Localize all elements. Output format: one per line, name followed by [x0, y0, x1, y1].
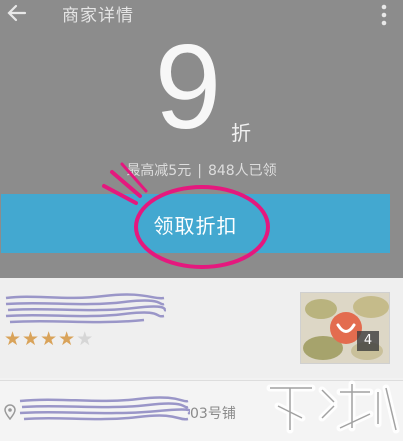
claim-discount-label: 领取折扣: [153, 214, 238, 238]
info-separator: |: [197, 163, 202, 179]
star-icon: ★: [58, 328, 77, 350]
discount-value: 9: [154, 20, 222, 154]
discount-header: 商家详情 9 折 最高减5元 | 848人已领 领取折扣: [0, 0, 403, 278]
star-icon: ★: [22, 328, 41, 350]
store-photo[interactable]: 4: [300, 292, 390, 364]
merchant-detail-screen: 商家详情 9 折 最高减5元 | 848人已领 领取折扣 ★★★★★ 4 03号…: [0, 0, 403, 441]
discount-unit: 折: [231, 121, 251, 145]
store-name-redacted: [5, 293, 166, 324]
photo-count-badge: 4: [357, 331, 379, 351]
discount-info: 最高减5元 | 848人已领: [0, 160, 403, 180]
star-empty-icon: ★: [76, 328, 95, 350]
star-icon: ★: [40, 328, 59, 350]
store-card[interactable]: ★★★★★ 4: [0, 278, 403, 378]
max-saving-text: 最高减5元: [126, 163, 192, 179]
star-icon: ★: [4, 328, 23, 350]
store-rating: ★★★★★: [4, 328, 94, 350]
address-text: 03号铺: [190, 406, 236, 422]
site-watermark-logo: [266, 380, 400, 434]
more-options-icon[interactable]: [381, 4, 387, 26]
location-pin-icon: [4, 404, 16, 420]
claimed-count-text: 848人已领: [207, 163, 277, 179]
back-arrow-icon[interactable]: [6, 2, 28, 24]
page-title: 商家详情: [62, 6, 134, 26]
address-redacted: [19, 396, 190, 421]
claim-discount-button[interactable]: 领取折扣: [1, 194, 390, 253]
